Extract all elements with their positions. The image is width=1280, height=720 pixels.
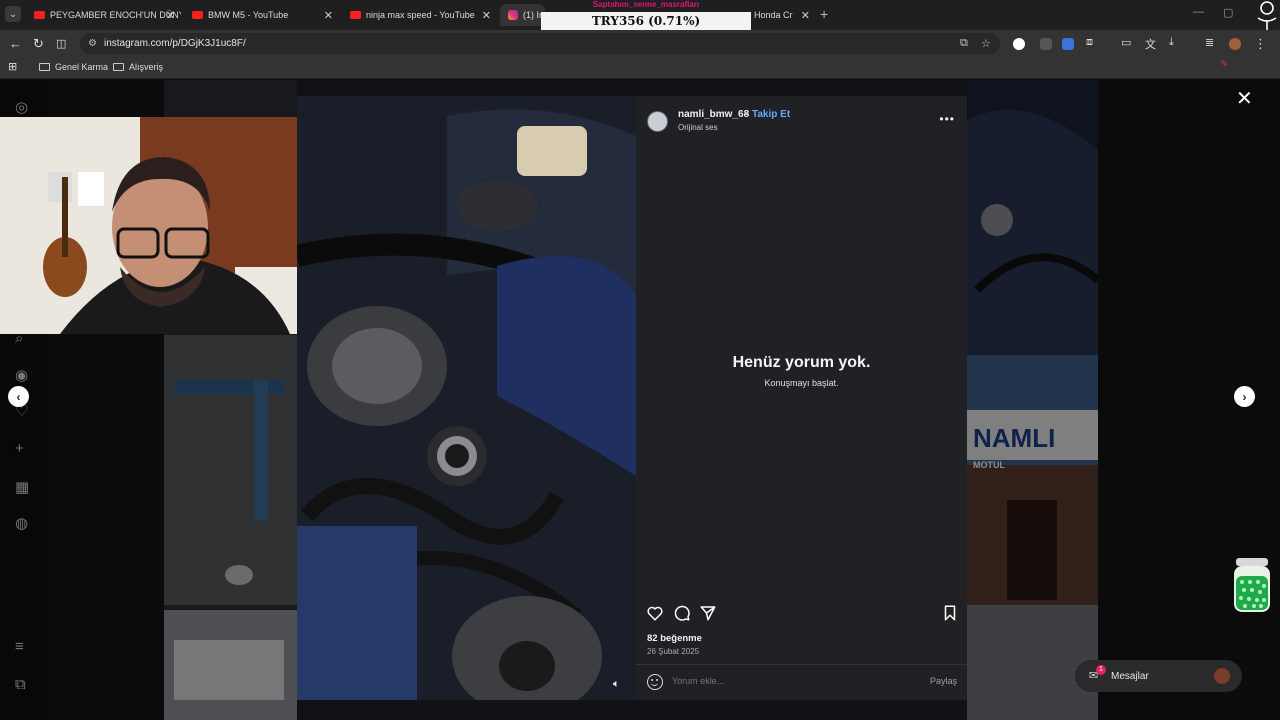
tab-title: Honda Cr (754, 10, 793, 20)
minimize-icon[interactable]: — (1193, 6, 1204, 18)
comment-composer: Paylaş (636, 664, 967, 700)
post-video[interactable] (297, 96, 636, 700)
address-bar[interactable]: ⚙ instagram.com/p/DGjK3J1uc8F/ ⧉ ☆ (80, 33, 1000, 54)
bookmark-star-icon[interactable]: ☆ (981, 37, 991, 50)
previous-post-button[interactable]: ‹ (8, 386, 29, 407)
tab-instagram[interactable]: (1) Ins (500, 4, 545, 26)
restore-icon[interactable]: ▢ (1223, 6, 1233, 19)
post-side-panel: namli_bmw_68 • Takip Et Orijinal ses •••… (636, 96, 967, 700)
post-comment-button[interactable]: Paylaş (930, 676, 957, 686)
instagram-page: ◎ ⌕ ◉ ♡ + ▦ ◍ ≡ ⧉ NAMLI MOTUL 🔈︎ namli_b… (0, 80, 1280, 720)
folder-icon (39, 63, 50, 71)
webcam-overlay (0, 117, 313, 334)
tab-title: BMW M5 - YouTube (208, 10, 289, 20)
bookmark-label: Genel Karma (55, 62, 109, 72)
side-panel-icon[interactable]: ◫ (56, 37, 66, 50)
post-date: 26 Şubat 2025 (647, 647, 700, 656)
overlay-caption: Saptahım_senne_masrafları (592, 0, 700, 9)
close-tab-icon[interactable]: ✕ (166, 9, 175, 22)
author-avatar[interactable] (647, 111, 668, 132)
tab-peygamber[interactable]: PEYGAMBER ENOCH'UN DÜNYA ✕ (26, 4, 181, 26)
no-comments-subtitle: Konuşmayı başlat. (764, 378, 839, 388)
bookmark-alisveris[interactable]: Alışveriş (113, 62, 163, 72)
tab-honda[interactable]: Honda Cr ✕ (750, 4, 816, 26)
more-options-icon[interactable]: ••• (939, 112, 955, 126)
install-app-icon[interactable]: ⧉ (960, 37, 968, 50)
stream-overlay: Saptahım_senne_masrafları TRY356 (0.71%) (541, 0, 751, 30)
next-post-button[interactable]: › (1234, 386, 1255, 407)
pen-icon[interactable]: ✎ (1220, 59, 1228, 70)
instagram-icon (508, 10, 518, 20)
reload-icon[interactable]: ↻ (33, 36, 44, 52)
new-tab-button[interactable]: + (820, 6, 828, 22)
post-actions (636, 604, 967, 626)
messages-label: Mesajlar (1111, 671, 1149, 682)
tab-bmw-m5[interactable]: BMW M5 - YouTube ✕ (184, 4, 339, 26)
apps-icon[interactable]: ⊞ (8, 60, 17, 73)
url-text[interactable]: instagram.com/p/DGjK3J1uc8F/ (104, 38, 246, 49)
tab-title: ninja max speed - YouTube (366, 10, 475, 20)
puzzle-icon[interactable]: ⧈ (1086, 36, 1093, 49)
no-comments-title: Henüz yorum yok. (732, 354, 871, 371)
site-info-icon[interactable]: ⚙ (88, 38, 97, 49)
tab-title: PEYGAMBER ENOCH'UN DÜNYA (50, 10, 181, 20)
back-icon[interactable]: ← (9, 36, 22, 51)
bookmark-label: Alışveriş (129, 62, 164, 72)
green-jar-widget[interactable] (1233, 558, 1271, 612)
audio-label[interactable]: Orijinal ses (678, 123, 718, 132)
profile-avatar[interactable] (1229, 38, 1241, 50)
download-icon[interactable]: ⤓ (1169, 36, 1174, 49)
likes-count[interactable]: 82 beğenme (647, 633, 702, 644)
tab-search-dropdown[interactable]: ⌄ (5, 6, 21, 22)
messages-button[interactable]: ✉ 1 Mesajlar (1075, 660, 1242, 692)
extension-green-icon[interactable] (1013, 38, 1025, 50)
follow-button[interactable]: Takip Et (752, 109, 790, 120)
comment-input[interactable] (672, 676, 912, 686)
bookmarks-bar: ⊞ Genel Karma Alışveriş ✎ (0, 57, 1280, 79)
separator-dot: • (745, 109, 749, 120)
menu-icon[interactable]: ⋮ (1254, 36, 1267, 52)
youtube-icon (192, 11, 203, 19)
toolbar: ← ↻ ◫ ⚙ instagram.com/p/DGjK3J1uc8F/ ⧉ ☆… (0, 30, 1280, 57)
close-tab-icon[interactable]: ✕ (324, 9, 333, 22)
tab-ninja[interactable]: ninja max speed - YouTube ✕ (342, 4, 497, 26)
emoji-icon[interactable] (647, 674, 663, 690)
close-tab-icon[interactable]: ✕ (801, 9, 810, 22)
save-bookmark-icon[interactable] (941, 604, 959, 622)
overlay-price: TRY356 (0.71%) (541, 12, 751, 30)
like-heart-icon[interactable] (646, 604, 664, 622)
share-send-icon[interactable] (699, 604, 717, 622)
tab-strip: ⌄ PEYGAMBER ENOCH'UN DÜNYA ✕ BMW M5 - Yo… (0, 0, 1280, 41)
translate-page-icon[interactable]: 文 (1145, 36, 1156, 52)
bookmark-genel-karma[interactable]: Genel Karma (39, 62, 108, 72)
media-icon[interactable]: ▭ (1121, 36, 1131, 49)
post-header: namli_bmw_68 • Takip Et Orijinal ses ••• (636, 96, 967, 142)
close-icon[interactable]: ✕ (1236, 89, 1253, 109)
comment-icon[interactable] (673, 604, 691, 622)
youtube-icon (34, 11, 45, 19)
author-username[interactable]: namli_bmw_68 (678, 109, 749, 120)
translate-icon[interactable] (1062, 38, 1074, 50)
close-tab-icon[interactable]: ✕ (482, 9, 491, 22)
cast-icon[interactable]: ≣ (1205, 36, 1214, 49)
folder-icon (113, 63, 124, 71)
youtube-icon (350, 11, 361, 19)
extension-icon[interactable] (1040, 38, 1052, 50)
messages-badge: 1 (1096, 665, 1106, 675)
messages-avatar (1214, 668, 1230, 684)
